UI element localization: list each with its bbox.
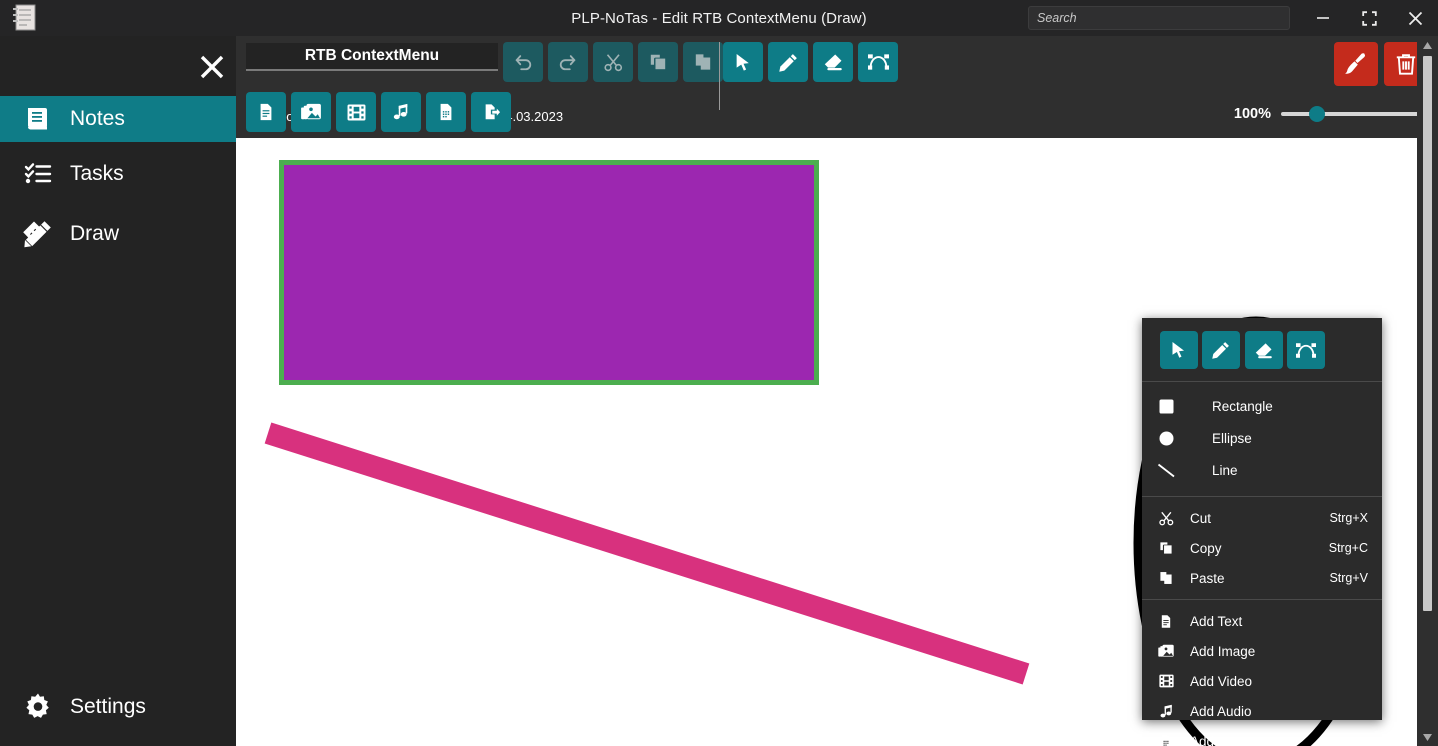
- sidebar-item-notes[interactable]: Notes: [0, 96, 236, 142]
- pen-tool-button[interactable]: [768, 42, 808, 82]
- copy-icon: [1142, 541, 1190, 555]
- music-note-icon: [1142, 704, 1190, 719]
- zoom-level-label: 100%: [1233, 106, 1271, 122]
- scroll-down-arrow-icon[interactable]: [1417, 728, 1438, 746]
- add-image-button[interactable]: [291, 92, 331, 132]
- ctx-item-add-pdf[interactable]: Add PDF: [1142, 726, 1382, 746]
- ctx-item-shortcut: Strg+V: [1329, 571, 1368, 585]
- add-audio-button[interactable]: [381, 92, 421, 132]
- sidebar-item-settings[interactable]: Settings: [0, 684, 236, 730]
- sidebar: [0, 36, 236, 746]
- sidebar-item-label: Tasks: [70, 162, 124, 185]
- ctx-item-label: Add Image: [1190, 643, 1256, 659]
- pencil-ruler-icon: [22, 218, 54, 250]
- top-toolbar: PLP-NoTas 14.03.2023: [236, 36, 1438, 138]
- sidebar-item-label: Settings: [70, 695, 146, 718]
- vertical-scrollbar[interactable]: [1417, 36, 1438, 746]
- ctx-item-label: Add Video: [1190, 673, 1253, 689]
- ctx-eraser-tool-button[interactable]: [1245, 331, 1283, 369]
- paste-button[interactable]: [683, 42, 723, 82]
- ctx-item-label: Add Text: [1190, 613, 1243, 629]
- shape-tool-button[interactable]: [858, 42, 898, 82]
- ctx-item-add-audio[interactable]: Add Audio: [1142, 696, 1382, 726]
- ctx-item-label: Line: [1212, 462, 1238, 478]
- ctx-pen-tool-button[interactable]: [1202, 331, 1240, 369]
- checklist-icon: [22, 158, 54, 190]
- ctx-item-shortcut: Strg+X: [1329, 511, 1368, 525]
- ctx-item-add-text[interactable]: Add Text: [1142, 606, 1382, 636]
- ctx-item-add-video[interactable]: Add Video: [1142, 666, 1382, 696]
- sidebar-item-label: Notes: [70, 107, 125, 130]
- scroll-up-arrow-icon[interactable]: [1417, 36, 1438, 54]
- paste-icon: [1142, 571, 1190, 585]
- application-window: PLP-NoTas - Edit RTB ContextMenu (Draw): [0, 0, 1438, 746]
- context-menu-shapes-section: Rectangle Ellipse Line: [1142, 382, 1382, 497]
- ctx-item-label: Ellipse: [1212, 430, 1252, 446]
- cut-button[interactable]: [593, 42, 633, 82]
- context-menu[interactable]: Rectangle Ellipse Line Cut Strg+X Copy S…: [1142, 318, 1382, 746]
- context-menu-tool-row: [1142, 318, 1382, 382]
- sidebar-item-tasks[interactable]: Tasks: [0, 151, 236, 197]
- add-video-button[interactable]: [336, 92, 376, 132]
- sidebar-close-button[interactable]: [190, 46, 234, 88]
- ctx-item-add-image[interactable]: Add Image: [1142, 636, 1382, 666]
- ctx-item-label: Paste: [1190, 570, 1225, 586]
- zoom-slider[interactable]: [1281, 106, 1431, 122]
- undo-button[interactable]: [503, 42, 543, 82]
- sidebar-item-label: Draw: [70, 222, 120, 245]
- ctx-item-label: Copy: [1190, 540, 1222, 556]
- image-icon: [1142, 644, 1190, 658]
- notepad-icon: [10, 3, 38, 33]
- select-tool-button[interactable]: [723, 42, 763, 82]
- redo-button[interactable]: [548, 42, 588, 82]
- copy-button[interactable]: [638, 42, 678, 82]
- context-menu-media-section: Add Text Add Image Add Video Add Audio A…: [1142, 600, 1382, 746]
- gear-icon: [22, 691, 54, 723]
- book-icon: [22, 103, 54, 135]
- scrollbar-thumb[interactable]: [1423, 56, 1432, 611]
- ctx-item-paste[interactable]: Paste Strg+V: [1142, 563, 1382, 593]
- clear-canvas-button[interactable]: [1334, 42, 1378, 86]
- export-button[interactable]: [471, 92, 511, 132]
- add-text-button[interactable]: [246, 92, 286, 132]
- circle-icon: [1142, 431, 1190, 446]
- ctx-item-copy[interactable]: Copy Strg+C: [1142, 533, 1382, 563]
- sidebar-item-draw[interactable]: Draw: [0, 211, 236, 257]
- ctx-item-label: Cut: [1190, 510, 1212, 526]
- ctx-item-rectangle[interactable]: Rectangle: [1142, 390, 1382, 422]
- add-pdf-button[interactable]: [426, 92, 466, 132]
- scissors-icon: [1142, 511, 1190, 526]
- minimize-button[interactable]: [1300, 0, 1346, 36]
- toolbar-divider: [719, 42, 720, 110]
- text-file-icon: [1142, 614, 1190, 629]
- zoom-control[interactable]: 100%: [1211, 102, 1431, 126]
- video-icon: [1142, 674, 1190, 688]
- ctx-shape-tool-button[interactable]: [1287, 331, 1325, 369]
- ctx-item-shortcut: Strg+C: [1328, 541, 1368, 555]
- maximize-button[interactable]: [1346, 0, 1392, 36]
- close-button[interactable]: [1392, 0, 1438, 36]
- search-input[interactable]: [1028, 6, 1290, 30]
- ctx-item-line[interactable]: Line: [1142, 454, 1382, 486]
- pdf-file-icon: [1142, 734, 1190, 746]
- ctx-item-label: Rectangle: [1212, 398, 1273, 414]
- ctx-item-label: Add Audio: [1190, 703, 1252, 719]
- square-icon: [1142, 399, 1190, 414]
- diagonal-line-icon: [1142, 463, 1190, 478]
- ctx-item-ellipse[interactable]: Ellipse: [1142, 422, 1382, 454]
- eraser-tool-button[interactable]: [813, 42, 853, 82]
- ctx-item-cut[interactable]: Cut Strg+X: [1142, 503, 1382, 533]
- context-menu-clipboard-section: Cut Strg+X Copy Strg+C Paste Strg+V: [1142, 497, 1382, 600]
- ctx-item-label: Add PDF: [1190, 733, 1245, 746]
- canvas-shape-line[interactable]: [264, 422, 1030, 685]
- title-bar: PLP-NoTas - Edit RTB ContextMenu (Draw): [0, 0, 1438, 36]
- ctx-select-tool-button[interactable]: [1160, 331, 1198, 369]
- note-name-input[interactable]: [246, 43, 498, 71]
- zoom-slider-thumb[interactable]: [1309, 106, 1325, 122]
